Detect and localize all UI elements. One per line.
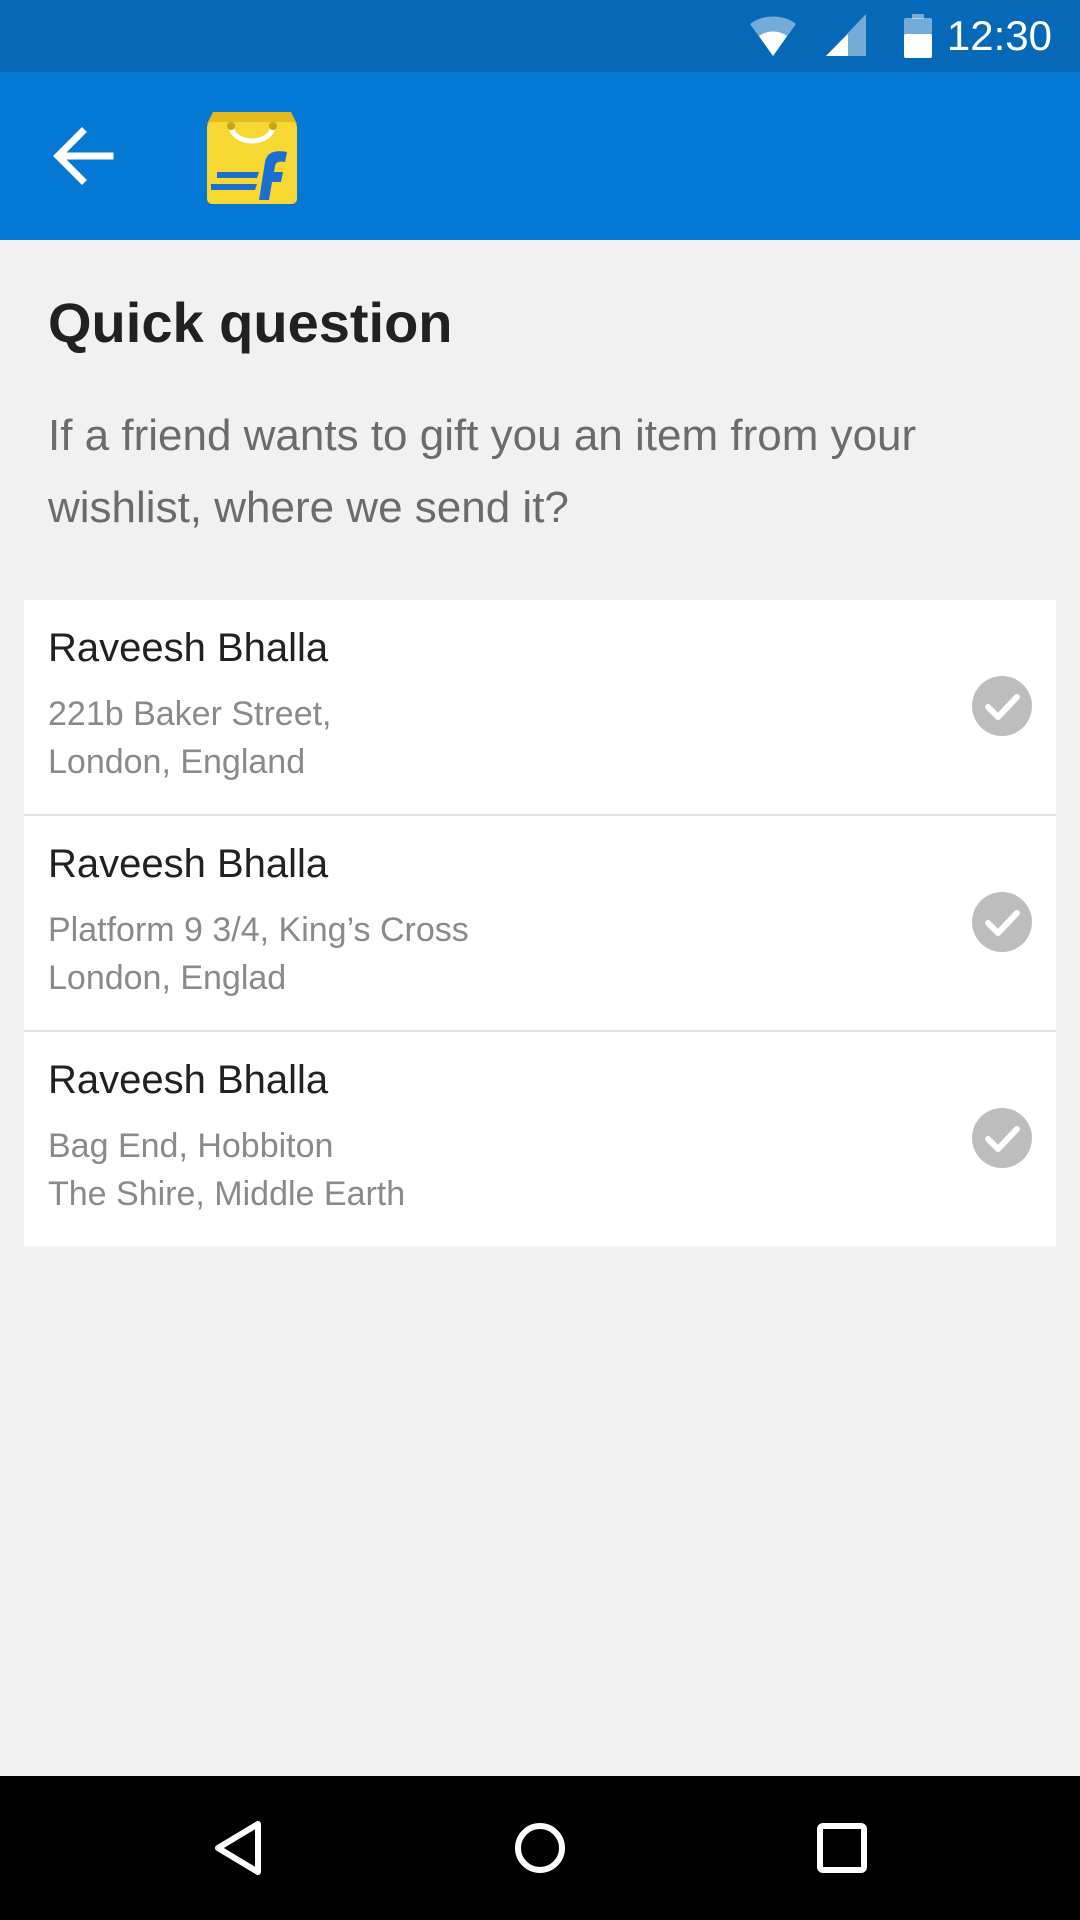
nav-back-icon[interactable] (204, 1812, 276, 1884)
status-time: 12:30 (946, 12, 1052, 59)
address-line-1: 221b Baker Street, (48, 695, 332, 733)
signal-icon (826, 14, 866, 56)
back-button[interactable] (40, 112, 128, 200)
address-line-1: Platform 9 3/4, King’s Cross (48, 911, 469, 949)
address-line-1: Bag End, Hobbiton (48, 1127, 334, 1165)
address-list: Raveesh Bhalla 221b Baker Street, London… (24, 600, 1056, 1246)
address-name: Raveesh Bhalla (48, 842, 329, 886)
page-title: Quick question (48, 291, 453, 354)
address-line-2: The Shire, Middle Earth (48, 1175, 406, 1213)
navigation-bar (0, 1776, 1080, 1920)
nav-recents-icon[interactable] (806, 1812, 878, 1884)
check-circle-icon[interactable] (972, 676, 1032, 736)
address-item[interactable]: Raveesh Bhalla Bag End, Hobbiton The Shi… (24, 1032, 1056, 1246)
battery-icon (904, 14, 932, 58)
check-circle-icon[interactable] (972, 1108, 1032, 1168)
flipkart-logo[interactable] (203, 106, 301, 206)
nav-home-icon[interactable] (504, 1812, 576, 1884)
app-bar (0, 72, 1080, 240)
status-bar: 12:30 (0, 0, 1080, 72)
address-line-2: London, England (48, 743, 306, 781)
address-name: Raveesh Bhalla (48, 626, 329, 670)
address-item[interactable]: Raveesh Bhalla Platform 9 3/4, King’s Cr… (24, 816, 1056, 1032)
wifi-icon (750, 16, 796, 56)
address-item[interactable]: Raveesh Bhalla 221b Baker Street, London… (24, 600, 1056, 816)
question-text: If a friend wants to gift you an item fr… (48, 411, 917, 532)
shopping-bag-logo-icon (207, 112, 297, 204)
arrow-left-icon (53, 127, 114, 185)
address-line-2: London, Englad (48, 959, 287, 997)
check-circle-icon[interactable] (972, 892, 1032, 952)
address-name: Raveesh Bhalla (48, 1058, 329, 1102)
